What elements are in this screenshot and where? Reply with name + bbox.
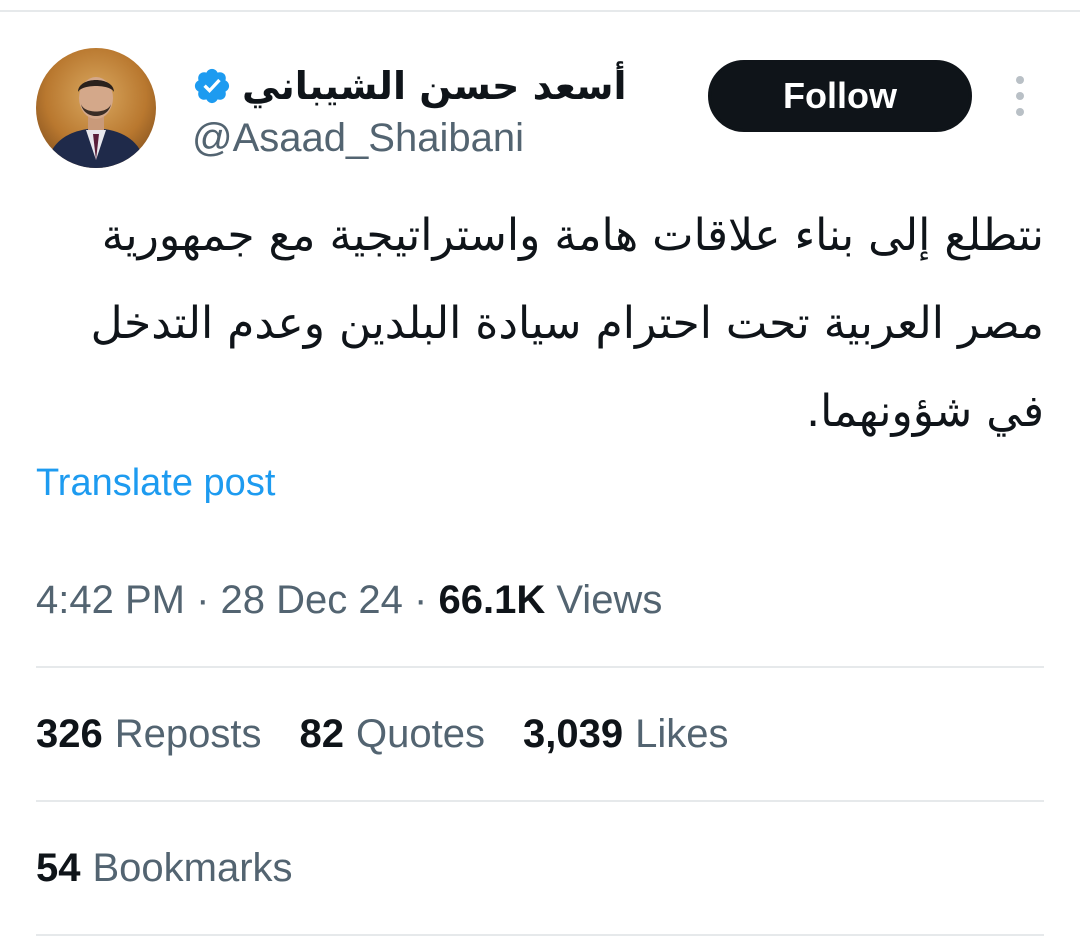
views-count: 66.1K: [438, 578, 546, 622]
likes-stat[interactable]: 3,039 Likes: [523, 712, 729, 757]
bookmarks-label: Bookmarks: [92, 846, 293, 890]
meta-separator: ·: [414, 578, 428, 622]
bookmarks-count: 54: [36, 846, 81, 890]
quotes-stat[interactable]: 82 Quotes: [300, 712, 485, 757]
post-text: نتطلع إلى بناء علاقات هامة واستراتيجية م…: [90, 210, 1044, 437]
divider: [36, 800, 1044, 802]
divider: [36, 666, 1044, 668]
reposts-stat[interactable]: 326 Reposts: [36, 712, 262, 757]
divider: [36, 934, 1044, 936]
top-divider: [0, 10, 1080, 12]
author-name-row[interactable]: أسعد حسن الشيباني: [192, 60, 626, 112]
reposts-count: 326: [36, 712, 103, 756]
engagement-stats: 326 Reposts 82 Quotes 3,039 Likes: [36, 712, 728, 757]
avatar[interactable]: [36, 48, 156, 168]
bookmarks-stat[interactable]: 54 Bookmarks: [36, 846, 293, 891]
avatar-image: [36, 48, 156, 168]
likes-label: Likes: [635, 712, 729, 756]
post-meta: 4:42 PM · 28 Dec 24 · 66.1K Views: [36, 578, 662, 623]
quotes-label: Quotes: [356, 712, 485, 756]
verified-badge-icon: [192, 66, 232, 106]
post-date[interactable]: 28 Dec 24: [221, 578, 403, 622]
tweet-detail: أسعد حسن الشيباني @Asaad_Shaibani Follow…: [0, 0, 1080, 944]
author-display-name[interactable]: أسعد حسن الشيباني: [242, 64, 626, 108]
quotes-count: 82: [299, 712, 345, 756]
meta-separator: ·: [196, 578, 210, 622]
reposts-label: Reposts: [114, 712, 262, 756]
author-handle[interactable]: @Asaad_Shaibani: [192, 116, 524, 161]
views-label: Views: [556, 578, 663, 622]
follow-button[interactable]: Follow: [708, 60, 972, 132]
translate-post-link[interactable]: Translate post: [36, 462, 275, 505]
likes-count: 3,039: [522, 712, 624, 756]
post-time[interactable]: 4:42 PM: [36, 578, 185, 622]
more-options-icon[interactable]: [1004, 72, 1036, 120]
